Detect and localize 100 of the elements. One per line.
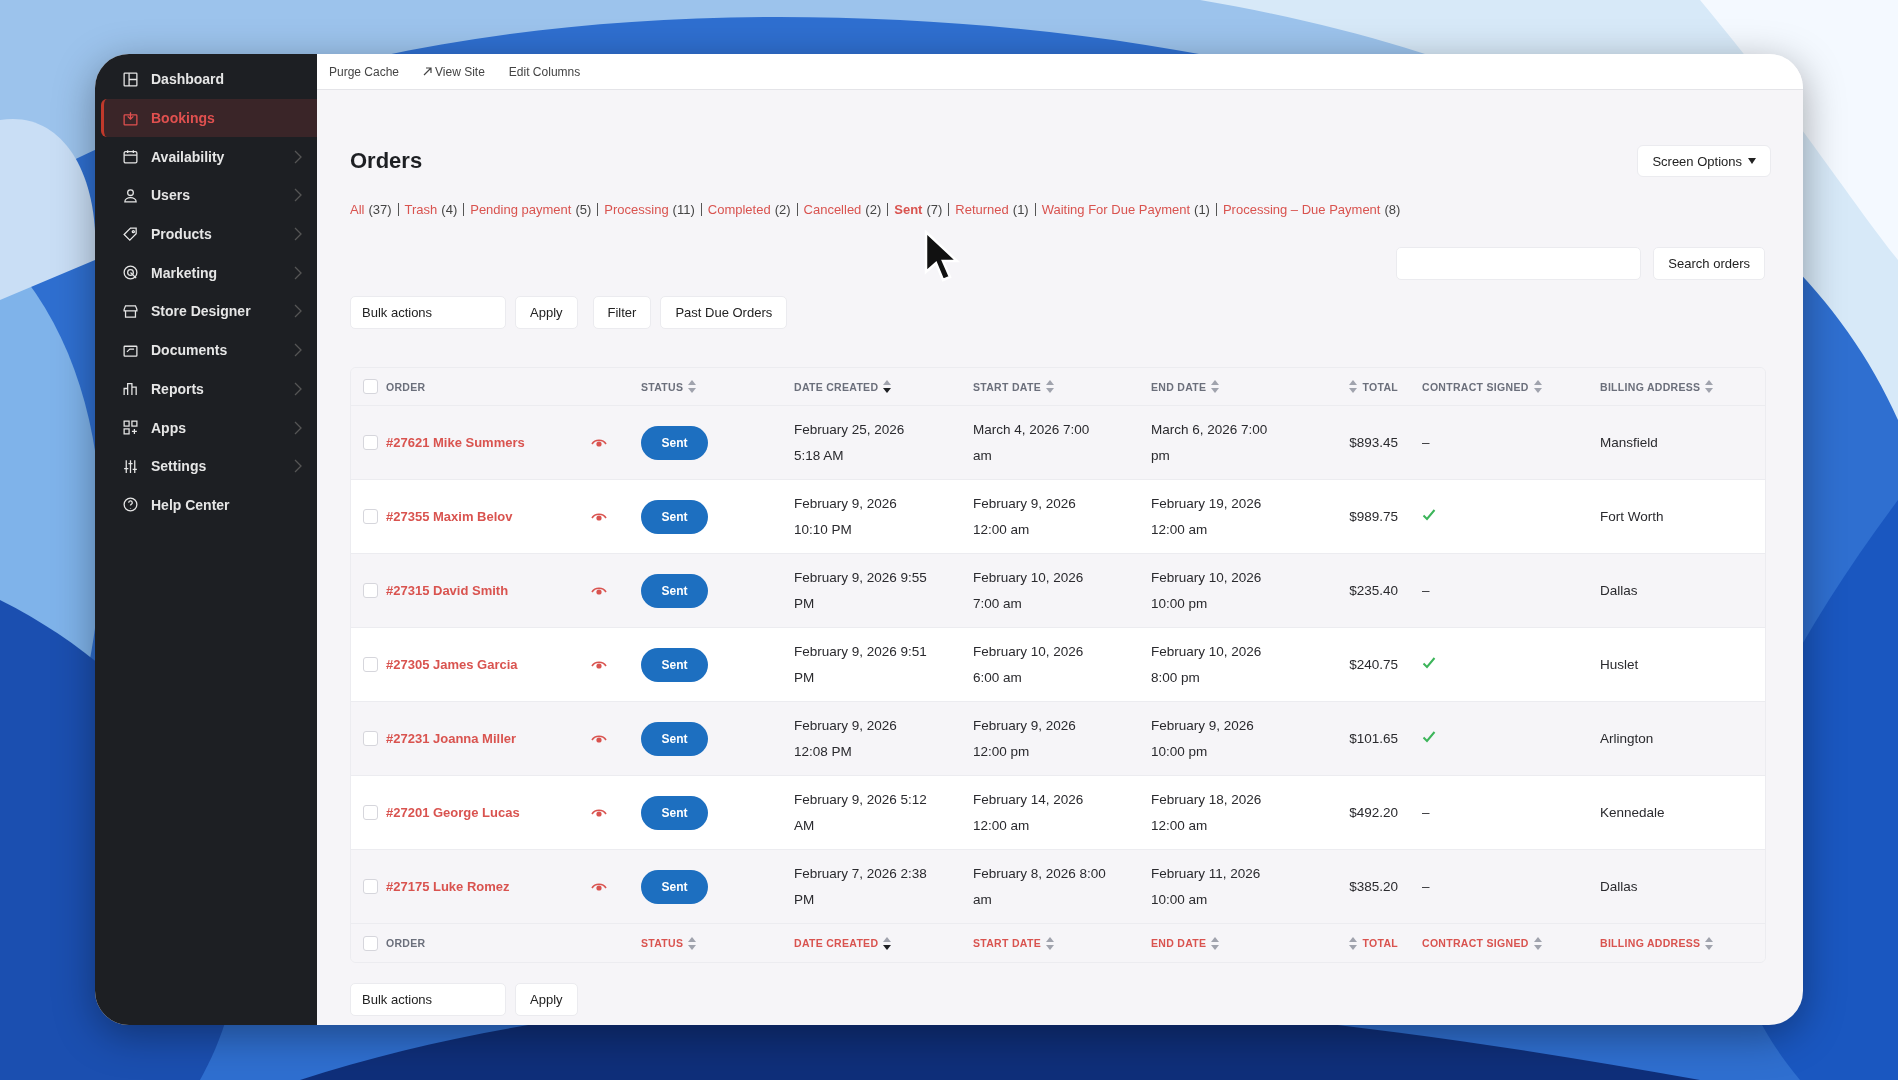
column-header[interactable]: START DATE [973,380,1151,393]
order-link[interactable]: #27355 Maxim Belov [386,509,591,524]
sidebar-item[interactable]: Help Center [101,485,317,525]
table-cell-text: February 10, 2026 10:00 pm [1151,568,1263,613]
status-filter-link[interactable]: Waiting For Due Payment [1041,202,1191,217]
table-cell-text: $893.45 [1349,433,1398,452]
sidebar-item[interactable]: Marketing [101,253,317,293]
status-filter-link[interactable]: Processing [604,202,669,217]
table-cell-text: Huslet [1600,655,1640,674]
chevron-icon [293,304,303,319]
bulk-actions-select[interactable]: Bulk actions [350,983,506,1016]
storefront-icon [122,302,139,320]
sidebar-item[interactable]: Dashboard [101,60,317,99]
chevron-icon [293,265,303,280]
select-all-checkbox[interactable] [363,379,378,394]
toolbar-button[interactable]: Past Due Orders [660,296,788,329]
order-link[interactable]: #27175 Luke Romez [386,879,591,894]
column-header[interactable]: TOTAL [1349,936,1398,950]
sort-icon[interactable] [883,380,892,393]
search-orders-button[interactable]: Search orders [1653,247,1765,280]
column-header[interactable]: DATE CREATED [794,380,973,393]
status-badge: Sent [641,573,708,608]
column-header[interactable]: BILLING ADDRESS [1600,936,1765,950]
sidebar-item[interactable]: Bookings [101,98,317,138]
order-link[interactable]: #27315 David Smith [386,583,591,598]
column-header[interactable]: STATUS [641,380,794,393]
sidebar-item[interactable]: Products [101,214,317,254]
status-filter-link[interactable]: Returned [955,202,1009,217]
table-cell-text: February 9, 2026 10:10 PM [794,494,898,539]
status-filter-link[interactable]: Processing – Due Payment [1222,202,1381,217]
row-checkbox[interactable] [363,879,378,894]
column-header[interactable]: TOTAL [1349,380,1398,393]
table-cell-text: $385.20 [1349,877,1398,896]
status-badge: Sent [641,721,708,756]
top-bar-link[interactable]: View Site [423,64,485,79]
table-cell-text: February 9, 2026 9:51 PM [794,642,928,687]
download-icon [122,109,139,127]
row-checkbox[interactable] [363,805,378,820]
chevron-icon [293,149,303,164]
column-header[interactable]: BILLING ADDRESS [1600,380,1765,393]
order-link[interactable]: #27231 Joanna Miller [386,731,591,746]
column-header[interactable]: END DATE [1151,936,1331,950]
column-header[interactable]: CONTRACT SIGNED [1398,936,1600,950]
filter-count: (1) [1012,202,1029,217]
table-cell-text: February 9, 2026 12:00 am [973,494,1077,539]
table-cell-text: Dallas [1600,581,1639,600]
row-checkbox[interactable] [363,731,378,746]
screen-options-button[interactable]: Screen Options [1637,145,1771,177]
table-cell-text: – [1421,877,1431,896]
status-filter-link[interactable]: All [350,202,365,217]
column-header: ORDER [386,380,427,393]
row-checkbox[interactable] [363,657,378,672]
top-bar-link[interactable]: Edit Columns [508,64,581,79]
sidebar-item[interactable]: Settings [101,446,317,486]
table-cell-text: Fort Worth [1600,507,1665,526]
sidebar-item[interactable]: Availability [101,137,317,177]
table-cell-text: – [1421,433,1431,452]
sidebar-item[interactable]: Apps [101,408,317,447]
status-filter-link[interactable]: Completed [707,202,771,217]
sidebar-item[interactable]: Users [101,176,317,215]
column-header[interactable]: START DATE [973,936,1151,950]
order-link[interactable]: #27621 Mike Summers [386,435,591,450]
status-filter-link[interactable]: Pending payment [470,202,572,217]
row-checkbox[interactable] [363,583,378,598]
filter-count: (11) [672,202,695,217]
table-cell-text: Kennedale [1600,803,1666,822]
table-cell-text: February 9, 2026 12:08 PM [794,716,898,761]
status-filter-link[interactable]: Trash [404,202,438,217]
status-badge: Sent [641,425,708,460]
layout-icon [122,70,139,88]
apply-button[interactable]: Apply [515,983,578,1016]
bulk-actions-select[interactable]: Bulk actions [350,296,506,329]
filter-count: (37) [368,202,392,217]
table-cell-text: $240.75 [1349,655,1398,674]
column-header[interactable]: STATUS [641,936,794,950]
table-cell-text: February 10, 2026 6:00 am [973,642,1085,687]
table-cell-text: February 9, 2026 12:00 pm [973,716,1077,761]
top-bar-link[interactable]: Purge Cache [329,64,400,79]
table-cell-text: March 4, 2026 7:00 am [973,420,1091,465]
status-filter-link[interactable]: Sent [894,202,923,217]
order-link[interactable]: #27201 George Lucas [386,805,591,820]
status-filter-link[interactable]: Cancelled [803,202,862,217]
column-header[interactable]: END DATE [1151,380,1331,393]
calendar-icon [122,148,139,166]
sort-icon[interactable] [883,936,892,950]
sidebar-item[interactable]: Store Designer [101,292,317,331]
column-header[interactable]: CONTRACT SIGNED [1398,380,1600,393]
toolbar-button[interactable]: Filter [592,296,652,329]
status-badge: Sent [641,647,708,682]
column-header[interactable]: DATE CREATED [794,936,973,950]
apply-button[interactable]: Apply [515,296,578,329]
select-all-checkbox[interactable] [363,935,378,951]
table-cell-text: Dallas [1600,877,1639,896]
row-checkbox[interactable] [363,435,378,450]
row-checkbox[interactable] [363,509,378,524]
sidebar-item[interactable]: Reports [101,369,317,409]
sidebar-item[interactable]: Documents [101,330,317,370]
table-cell-text: February 7, 2026 2:38 PM [794,864,928,909]
order-link[interactable]: #27305 James Garcia [386,657,591,672]
tag-icon [122,225,139,243]
